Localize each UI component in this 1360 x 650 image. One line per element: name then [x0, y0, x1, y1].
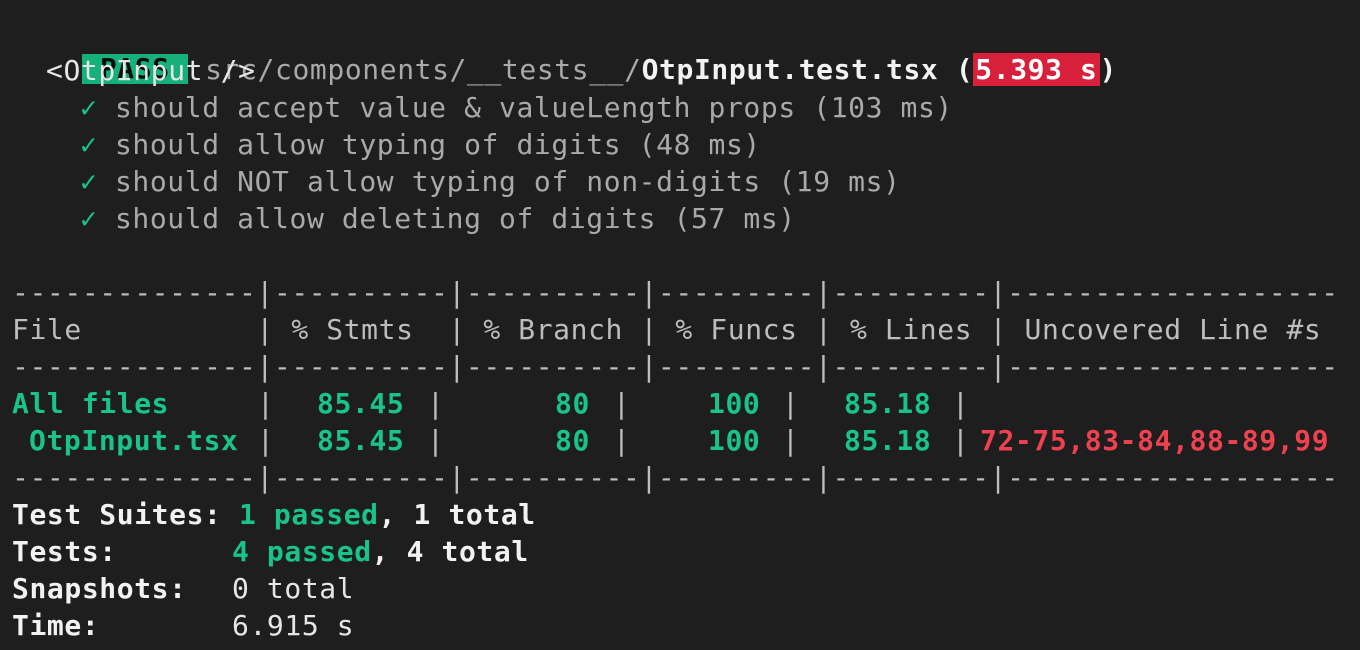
coverage-file: OtpInput.tsx: [29, 424, 239, 457]
coverage-header: File | % Stmts | % Branch | % Funcs | % …: [12, 313, 1322, 346]
coverage-row-otpinput: OtpInput.tsx: [29, 422, 239, 459]
file-duration-badge: 5.393 s: [973, 53, 1100, 86]
test-result-line: ✓ should NOT allow typing of non-digits …: [80, 163, 901, 200]
coverage-stmts: 85.45: [317, 424, 405, 457]
check-icon: ✓: [80, 202, 98, 235]
summary-snapshots: Snapshots:: [12, 572, 187, 605]
summary-time: Time:: [12, 609, 100, 642]
check-icon: ✓: [80, 91, 98, 124]
describe-block-title: <OtpInput />: [46, 54, 256, 87]
summary-test-suites: Test Suites: 1 passed, 1 total: [12, 498, 536, 531]
uncovered-lines: 72-75,83-84,88-89,99: [980, 424, 1330, 457]
coverage-separator: --------------|----------|----------|---…: [12, 461, 1339, 494]
coverage-lines: 85.18: [844, 424, 932, 457]
check-icon: ✓: [80, 165, 98, 198]
coverage-separator: --------------|----------|----------|---…: [12, 276, 1339, 309]
test-result-line: ✓ should accept value & valueLength prop…: [80, 89, 953, 126]
test-name: should allow typing of digits (48 ms): [114, 128, 761, 161]
coverage-branch: 80: [555, 424, 590, 457]
test-name: should NOT allow typing of non-digits (1…: [114, 165, 901, 198]
test-result-line: ✓ should allow deleting of digits (57 ms…: [80, 200, 796, 237]
coverage-funcs: 100: [708, 387, 761, 420]
coverage-lines: 85.18: [844, 387, 932, 420]
test-file-name: OtpInput.test.tsx: [641, 53, 939, 86]
test-name: should allow deleting of digits (57 ms): [114, 202, 796, 235]
test-result-line: ✓ should allow typing of digits (48 ms): [80, 126, 761, 163]
coverage-row-all-files: All files: [12, 385, 169, 422]
coverage-stmts: 85.45: [317, 387, 405, 420]
coverage-file: All files: [12, 387, 170, 420]
test-file-header: PASS src/components/__tests__/OtpInput.t…: [12, 14, 1117, 86]
test-name: should accept value & valueLength props …: [114, 91, 953, 124]
check-icon: ✓: [80, 128, 98, 161]
coverage-funcs: 100: [708, 424, 761, 457]
test-file-path: src/components/__tests__/: [205, 53, 642, 86]
coverage-separator: --------------|----------|----------|---…: [12, 350, 1339, 383]
summary-tests: Tests:: [12, 535, 117, 568]
terminal-window: PASS src/components/__tests__/OtpInput.t…: [0, 0, 1360, 650]
coverage-branch: 80: [555, 387, 590, 420]
